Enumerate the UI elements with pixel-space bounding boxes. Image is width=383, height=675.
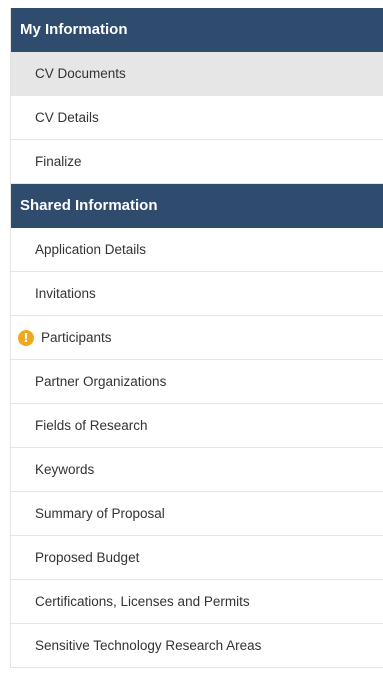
nav-item-label: Keywords — [35, 462, 95, 477]
nav-item-label: Proposed Budget — [35, 550, 140, 565]
nav-item-label: Sensitive Technology Research Areas — [35, 638, 262, 653]
nav-item-cv-documents[interactable]: CV Documents — [11, 52, 383, 96]
nav-item-sensitive-technology-research-areas[interactable]: Sensitive Technology Research Areas — [11, 624, 383, 668]
side-navigation: My Information CV Documents CV Details F… — [10, 8, 383, 668]
nav-item-label: CV Details — [35, 110, 99, 125]
nav-item-certifications-licenses-permits[interactable]: Certifications, Licenses and Permits — [11, 580, 383, 624]
nav-item-label: Application Details — [35, 242, 147, 257]
nav-item-fields-of-research[interactable]: Fields of Research — [11, 404, 383, 448]
nav-item-label: CV Documents — [35, 66, 126, 81]
nav-item-finalize[interactable]: Finalize — [11, 140, 383, 184]
nav-item-proposed-budget[interactable]: Proposed Budget — [11, 536, 383, 580]
nav-item-summary-of-proposal[interactable]: Summary of Proposal — [11, 492, 383, 536]
section-header-my-information: My Information — [11, 8, 383, 52]
nav-item-participants[interactable]: ! Participants — [11, 316, 383, 360]
warning-icon: ! — [18, 330, 34, 346]
nav-item-label: Finalize — [35, 154, 82, 169]
nav-item-cv-details[interactable]: CV Details — [11, 96, 383, 140]
nav-item-invitations[interactable]: Invitations — [11, 272, 383, 316]
nav-item-label: Invitations — [35, 286, 96, 301]
nav-item-label: Summary of Proposal — [35, 506, 165, 521]
nav-item-keywords[interactable]: Keywords — [11, 448, 383, 492]
nav-item-partner-organizations[interactable]: Partner Organizations — [11, 360, 383, 404]
nav-item-label: Participants — [41, 330, 112, 345]
nav-item-label: Fields of Research — [35, 418, 148, 433]
section-header-shared-information: Shared Information — [11, 184, 383, 228]
nav-item-label: Partner Organizations — [35, 374, 167, 389]
nav-item-label: Certifications, Licenses and Permits — [35, 594, 250, 609]
nav-item-application-details[interactable]: Application Details — [11, 228, 383, 272]
